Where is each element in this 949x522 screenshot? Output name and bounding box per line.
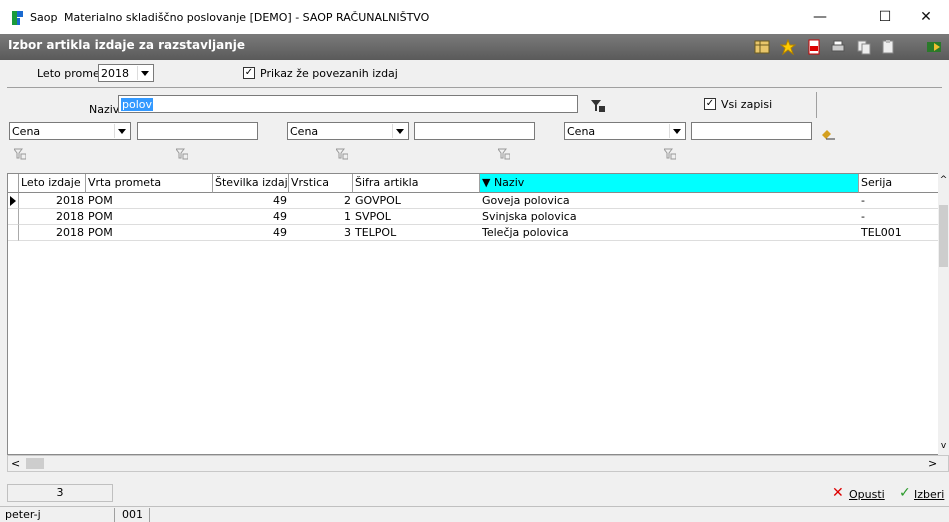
naziv-value: polov bbox=[121, 98, 154, 111]
row-selector[interactable] bbox=[8, 209, 19, 225]
leto-prometa-value: 2018 bbox=[101, 67, 129, 80]
table-cell[interactable]: TELPOL bbox=[353, 225, 480, 241]
horizontal-scrollbar[interactable]: < > bbox=[7, 455, 949, 472]
table-cell[interactable]: 2018 bbox=[19, 193, 86, 209]
chevron-down-icon bbox=[114, 124, 129, 138]
leto-prometa-select[interactable]: 2018 bbox=[98, 64, 154, 82]
pdf-icon[interactable] bbox=[806, 39, 822, 55]
table-cell[interactable]: 49 bbox=[213, 193, 289, 209]
column-header[interactable]: Šifra artikla bbox=[353, 174, 480, 193]
status-user: peter-j bbox=[3, 508, 115, 522]
cena-input-1[interactable] bbox=[137, 122, 258, 140]
column-header-sorted[interactable]: ▼ Naziv bbox=[480, 174, 859, 193]
column-header[interactable]: Številka izdaje bbox=[213, 174, 289, 193]
eraser-icon[interactable] bbox=[820, 126, 836, 140]
table-cell[interactable]: POM bbox=[86, 193, 213, 209]
paste-icon[interactable] bbox=[880, 39, 896, 55]
table-cell[interactable]: 1 bbox=[289, 209, 353, 225]
row-selector[interactable] bbox=[8, 225, 19, 241]
table-cell[interactable]: TEL001 bbox=[859, 225, 939, 241]
column-filter-icon[interactable] bbox=[498, 148, 510, 160]
cena-value-3: Cena bbox=[567, 125, 596, 138]
app-logo-icon bbox=[12, 11, 23, 25]
scroll-thumb[interactable] bbox=[939, 205, 948, 267]
column-header[interactable]: Leto izdaje bbox=[19, 174, 86, 193]
vsi-zapisi-checkbox[interactable]: ✓ bbox=[704, 98, 716, 110]
table-cell[interactable]: 3 bbox=[289, 225, 353, 241]
cancel-button[interactable]: ✕ Opusti bbox=[832, 485, 890, 502]
cena-select-3[interactable]: Cena bbox=[564, 122, 686, 140]
cena-select-2[interactable]: Cena bbox=[287, 122, 409, 140]
table-cell[interactable]: 49 bbox=[213, 209, 289, 225]
cena-value-2: Cena bbox=[290, 125, 319, 138]
table-cell[interactable]: Goveja polovica bbox=[480, 193, 859, 209]
divider bbox=[816, 92, 817, 118]
form-title: Izbor artikla izdaje za razstavljanje bbox=[8, 38, 246, 52]
table-cell[interactable]: GOVPOL bbox=[353, 193, 480, 209]
table-cell[interactable]: POM bbox=[86, 225, 213, 241]
scroll-left-icon[interactable]: < bbox=[11, 457, 21, 470]
vertical-scrollbar[interactable]: ^ v bbox=[938, 173, 949, 455]
scroll-thumb[interactable] bbox=[26, 458, 44, 469]
close-icon: ✕ bbox=[832, 485, 844, 501]
chevron-down-icon bbox=[392, 124, 407, 138]
cena-input-3[interactable] bbox=[691, 122, 812, 140]
record-count: 3 bbox=[7, 484, 113, 502]
divider bbox=[7, 87, 942, 88]
column-header[interactable]: Vrta prometa bbox=[86, 174, 213, 193]
prikaz-checkbox[interactable]: ✓ bbox=[243, 67, 255, 79]
row-selector-icon[interactable] bbox=[8, 193, 19, 209]
table-cell[interactable]: POM bbox=[86, 209, 213, 225]
cancel-label: Opusti bbox=[849, 488, 885, 501]
naziv-label: Naziv bbox=[89, 103, 120, 116]
cena-value-1: Cena bbox=[12, 125, 41, 138]
export-icon[interactable] bbox=[926, 39, 942, 55]
column-filter-icon[interactable] bbox=[336, 148, 348, 160]
column-filter-icon[interactable] bbox=[664, 148, 676, 160]
prikaz-label: Prikaz že povezanih izdaj bbox=[260, 67, 398, 80]
table-cell[interactable]: 2018 bbox=[19, 209, 86, 225]
row-indicator-header bbox=[8, 174, 19, 193]
checkmark-icon: ✓ bbox=[899, 485, 911, 501]
close-button[interactable]: ✕ bbox=[903, 0, 949, 34]
scroll-right-icon[interactable]: > bbox=[928, 457, 938, 470]
grid-icon[interactable] bbox=[754, 39, 770, 55]
print-icon[interactable] bbox=[830, 39, 846, 55]
app-label: Saop bbox=[30, 11, 58, 24]
maximize-button[interactable]: ☐ bbox=[862, 0, 908, 34]
copy-icon[interactable] bbox=[856, 39, 872, 55]
table-cell[interactable]: 2 bbox=[289, 193, 353, 209]
column-header[interactable]: Serija bbox=[859, 174, 939, 193]
table-cell[interactable]: 49 bbox=[213, 225, 289, 241]
chevron-down-icon bbox=[669, 124, 684, 138]
scroll-up-icon[interactable]: ^ bbox=[939, 175, 948, 185]
chevron-down-icon bbox=[137, 66, 152, 80]
vsi-zapisi-label: Vsi zapisi bbox=[721, 98, 773, 111]
column-header[interactable]: Vrstica bbox=[289, 174, 353, 193]
table-cell[interactable]: 2018 bbox=[19, 225, 86, 241]
star-icon[interactable] bbox=[780, 39, 796, 55]
table-cell[interactable]: - bbox=[859, 209, 939, 225]
filter-icon[interactable] bbox=[590, 98, 606, 114]
select-label: Izberi bbox=[914, 488, 945, 501]
table-cell[interactable]: Telečja polovica bbox=[480, 225, 859, 241]
column-filter-icon[interactable] bbox=[176, 148, 188, 160]
table-cell[interactable]: - bbox=[859, 193, 939, 209]
results-grid: Leto izdaje Vrta prometa Številka izdaje… bbox=[7, 173, 949, 455]
cena-input-2[interactable] bbox=[414, 122, 535, 140]
window-title: Materialno skladiščno poslovanje [DEMO] … bbox=[64, 11, 430, 24]
naziv-input[interactable]: polov bbox=[118, 95, 578, 113]
column-filter-icon[interactable] bbox=[14, 148, 26, 160]
table-cell[interactable]: SVPOL bbox=[353, 209, 480, 225]
table-cell[interactable]: Svinjska polovica bbox=[480, 209, 859, 225]
cena-select-1[interactable]: Cena bbox=[9, 122, 131, 140]
scroll-down-icon[interactable]: v bbox=[939, 441, 948, 451]
minimize-button[interactable]: — bbox=[797, 0, 843, 34]
select-button[interactable]: ✓ Izberi bbox=[899, 485, 947, 502]
status-code: 001 bbox=[120, 508, 150, 522]
